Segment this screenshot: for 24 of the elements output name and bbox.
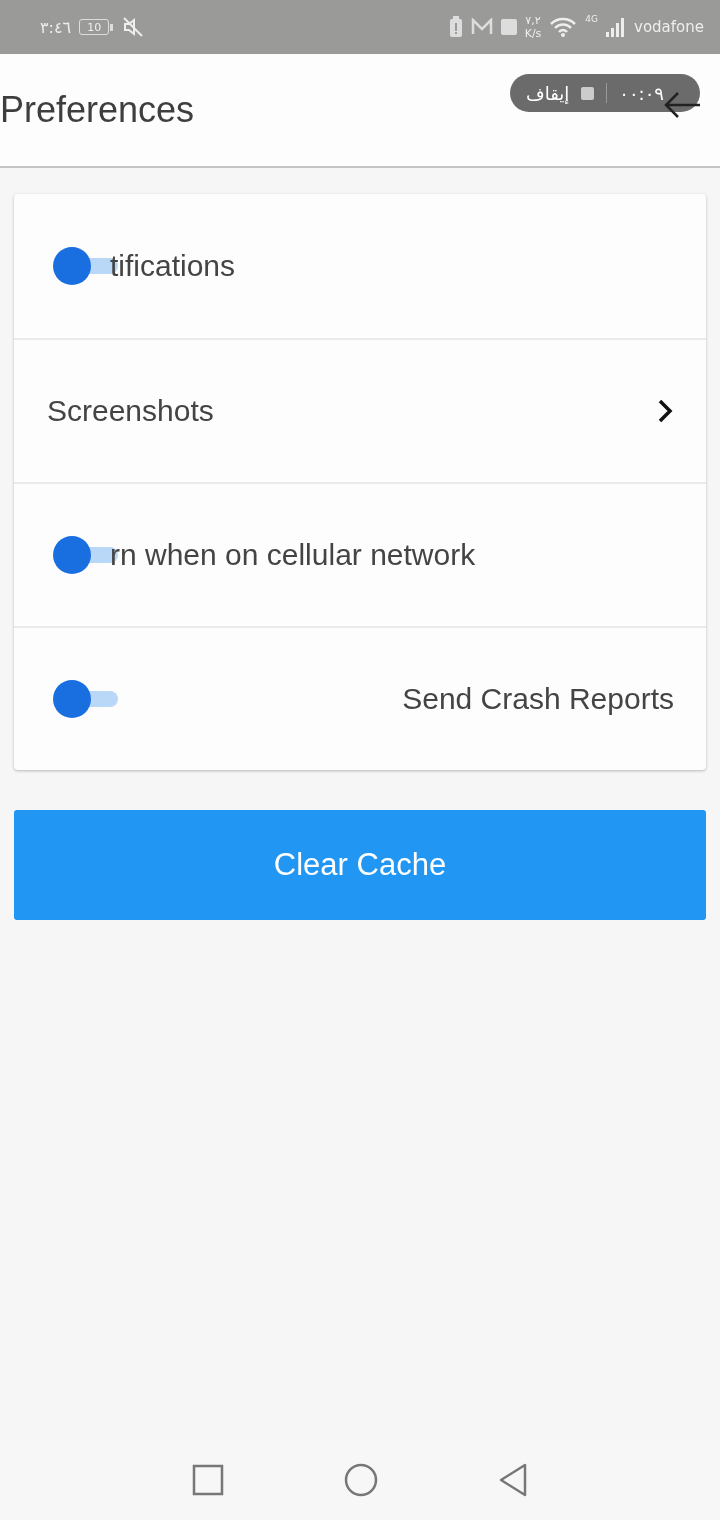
settings-link-row[interactable]: Screenshots [14,338,706,482]
signal-icon [606,17,627,37]
clear-cache-button[interactable]: Clear Cache [14,810,706,920]
network-type: 4G [585,14,599,24]
back-arrow-icon[interactable] [662,90,702,120]
recent-apps-icon[interactable] [192,1464,224,1496]
screen-recorder-pill[interactable]: إيقاف ٠٠:٠٩ [510,74,700,112]
chevron-right-icon [656,398,674,424]
wifi-icon [549,16,578,38]
clock: ٣:٤٦ [40,17,72,37]
stop-label[interactable]: إيقاف [526,82,570,104]
mail-icon [470,18,493,36]
setting-label: rn when on cellular network [110,538,476,572]
back-icon[interactable] [498,1463,528,1497]
recording-timer: ٠٠:٠٩ [619,82,664,104]
home-icon[interactable] [344,1463,378,1497]
setting-label: Send Crash Reports [402,682,674,716]
toggle-switch[interactable] [52,679,120,719]
setting-label: tifications [110,249,236,283]
battery-alert-icon [448,16,463,38]
stop-icon [581,86,595,100]
page-title: Preferences [0,89,195,131]
square-icon [500,19,517,35]
carrier-name: vodafone [634,18,704,36]
